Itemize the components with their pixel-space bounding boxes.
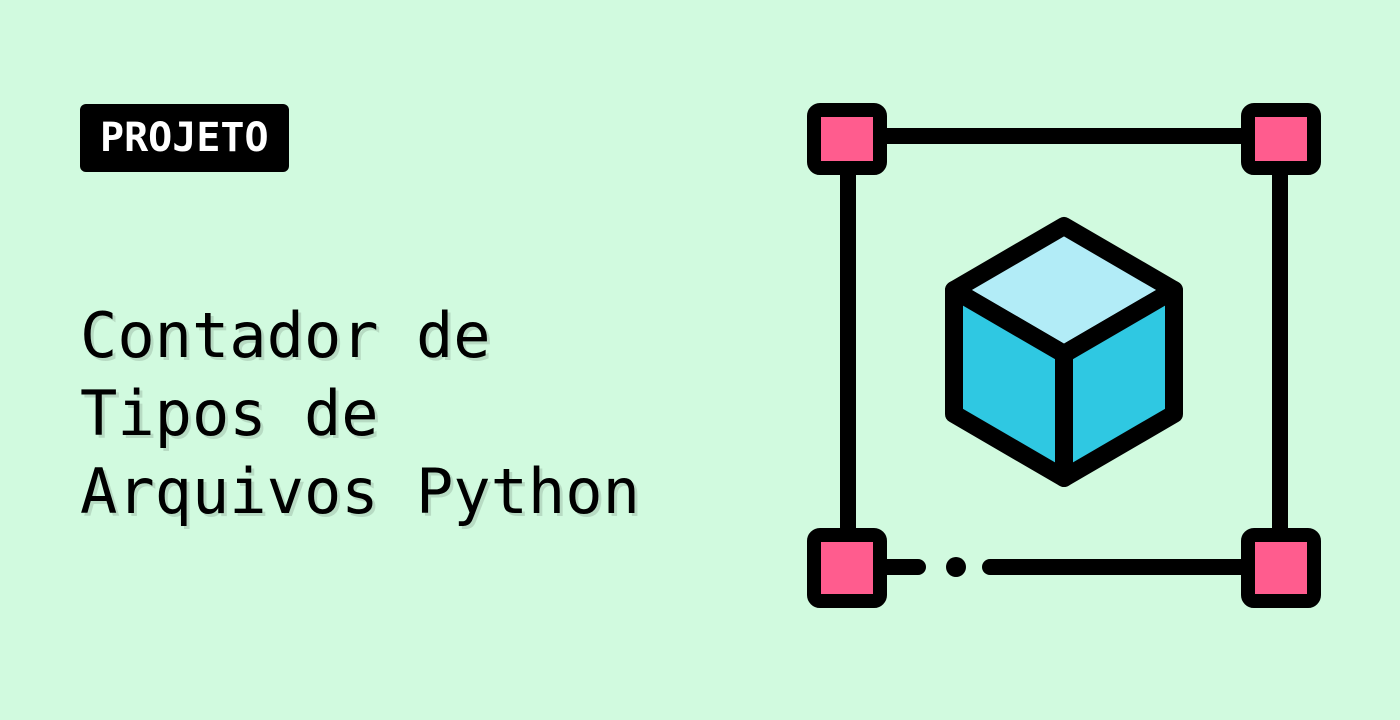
project-tag: PROJETO	[80, 104, 289, 172]
corner-handle-bottom-right	[1241, 528, 1321, 608]
title-line-1: Contador de	[80, 299, 491, 372]
corner-handle-top-left	[807, 103, 887, 175]
project-tag-label: PROJETO	[100, 115, 269, 161]
cube	[945, 217, 1183, 487]
corner-handle-bottom-left	[807, 528, 887, 608]
3d-cube-bounding-box-icon	[807, 103, 1321, 608]
frame-dot	[946, 557, 966, 577]
corner-handle-top-right	[1241, 103, 1321, 175]
title-line-2: Tipos de	[80, 377, 379, 450]
page-title: Contador de Tipos de Arquivos Python	[80, 297, 640, 531]
title-line-3: Arquivos Python	[80, 455, 640, 528]
